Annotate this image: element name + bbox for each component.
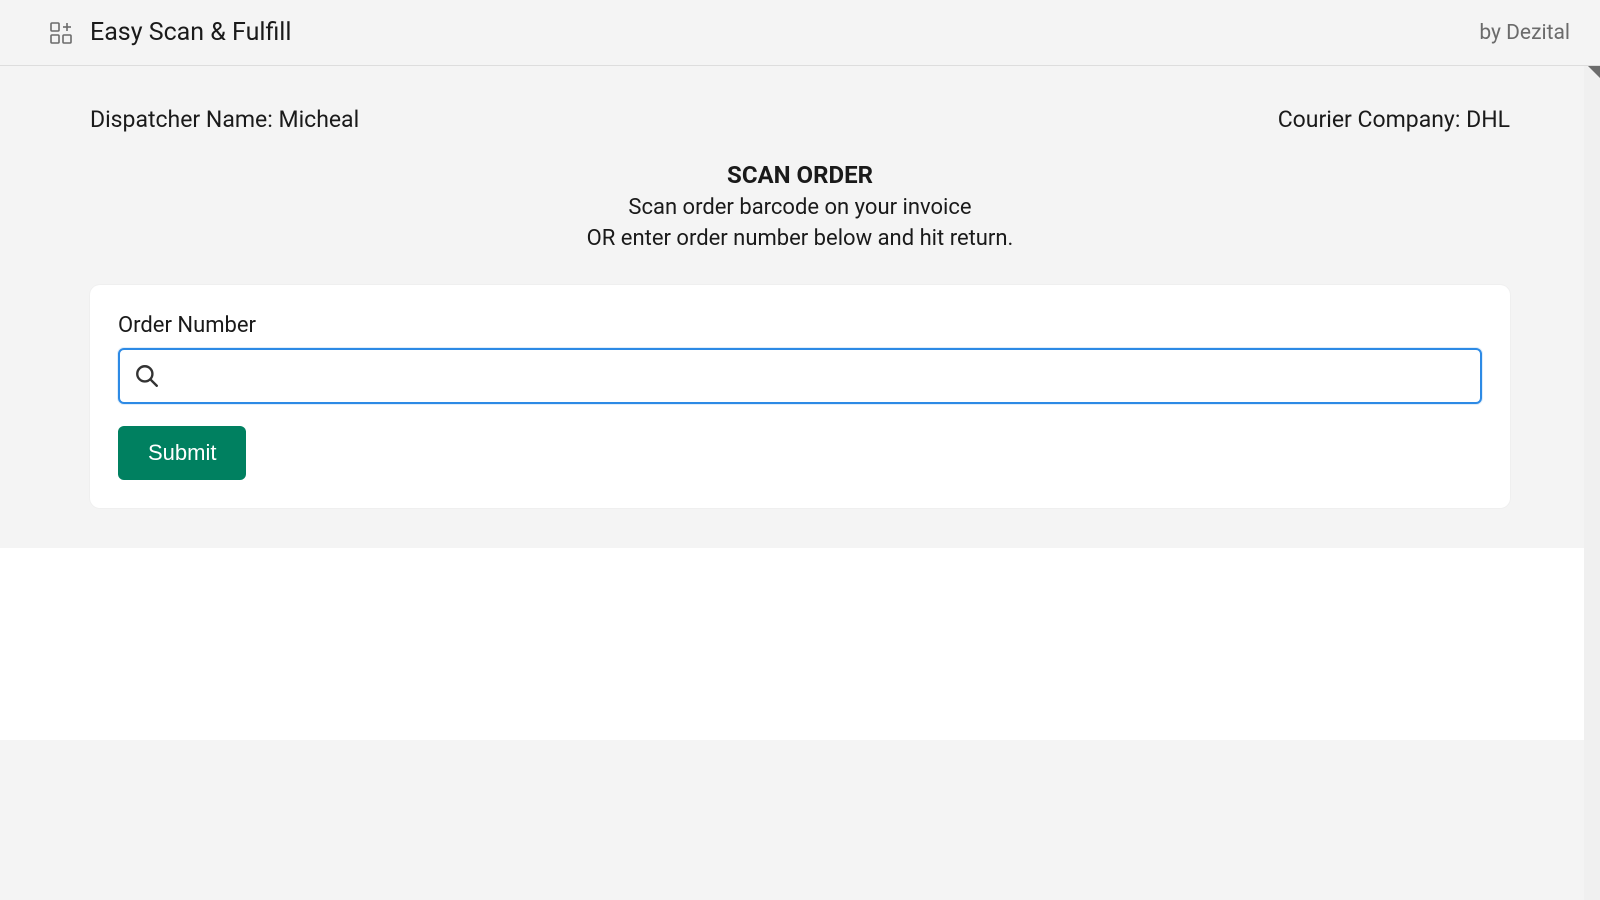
order-card: Order Number Submit <box>90 285 1510 508</box>
scan-sub-line2: OR enter order number below and hit retu… <box>90 224 1510 255</box>
courier-label: Courier Company: <box>1278 106 1461 133</box>
order-number-label: Order Number <box>118 313 1482 338</box>
scan-sub-line1: Scan order barcode on your invoice <box>90 193 1510 224</box>
header-left: Easy Scan & Fulfill <box>50 18 291 47</box>
brand-label: by Dezital <box>1479 21 1570 45</box>
dispatcher-label: Dispatcher Name: <box>90 106 273 133</box>
content-frame: Dispatcher Name: Micheal Courier Company… <box>0 66 1600 900</box>
app-header: Easy Scan & Fulfill by Dezital <box>0 0 1600 66</box>
courier-info: Courier Company: DHL <box>1278 106 1510 133</box>
submit-button[interactable]: Submit <box>118 426 246 480</box>
resize-corner-icon <box>1584 66 1600 82</box>
frame-bottom-blank <box>0 548 1600 740</box>
dispatcher-info: Dispatcher Name: Micheal <box>90 106 359 133</box>
courier-value: DHL <box>1466 106 1510 133</box>
search-icon <box>134 363 160 389</box>
order-number-input[interactable] <box>170 350 1480 402</box>
dispatcher-value: Micheal <box>278 106 359 133</box>
app-title: Easy Scan & Fulfill <box>90 18 291 47</box>
info-row: Dispatcher Name: Micheal Courier Company… <box>90 106 1510 133</box>
order-input-wrapper[interactable] <box>118 348 1482 404</box>
scan-title: SCAN ORDER <box>90 161 1510 189</box>
scrollbar-track[interactable] <box>1584 66 1600 900</box>
scan-section: SCAN ORDER Scan order barcode on your in… <box>90 161 1510 255</box>
apps-grid-icon <box>50 22 72 44</box>
